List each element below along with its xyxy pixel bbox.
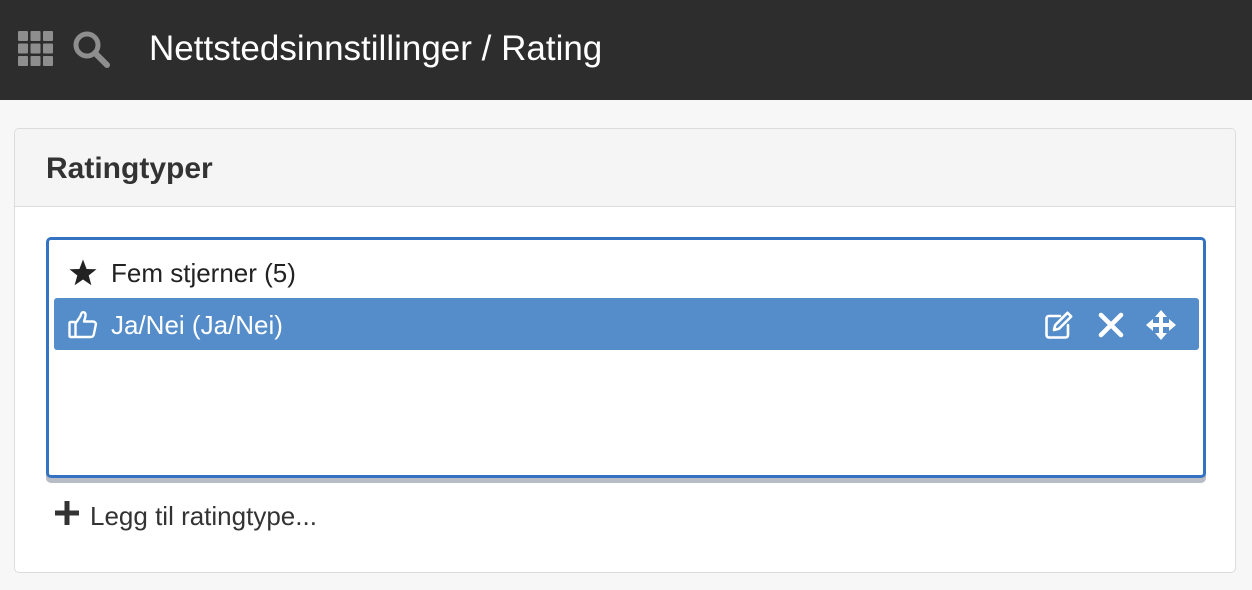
list-item-label: Fem stjerner (5) [111,258,296,288]
list-item-selected[interactable]: Ja/Nei (Ja/Nei) [54,298,1199,350]
add-rating-type-label: Legg til ratingtype... [90,501,317,531]
move-icon[interactable] [1146,310,1176,340]
panel-title: Ratingtyper [46,152,213,185]
page-title: Nettstedsinnstillinger / Rating [149,29,603,68]
edit-icon[interactable] [1044,310,1074,340]
close-icon[interactable] [1096,310,1126,340]
star-icon [69,259,97,286]
list-item-label: Ja/Nei (Ja/Nei) [111,310,283,340]
top-bar: Nettstedsinnstillinger / Rating [0,0,1252,100]
list-item[interactable]: Fem stjerner (5) [54,246,1199,298]
apps-grid-icon[interactable] [18,31,53,66]
panel-header: Ratingtyper [15,129,1235,207]
rating-types-panel: Ratingtyper Fem stjerner (5) Ja/Nei (Ja/… [14,128,1236,573]
search-icon[interactable] [72,30,110,68]
rating-type-list[interactable]: Fem stjerner (5) Ja/Nei (Ja/Nei) [46,237,1206,478]
plus-icon [55,501,79,525]
thumbs-up-icon [68,310,98,339]
